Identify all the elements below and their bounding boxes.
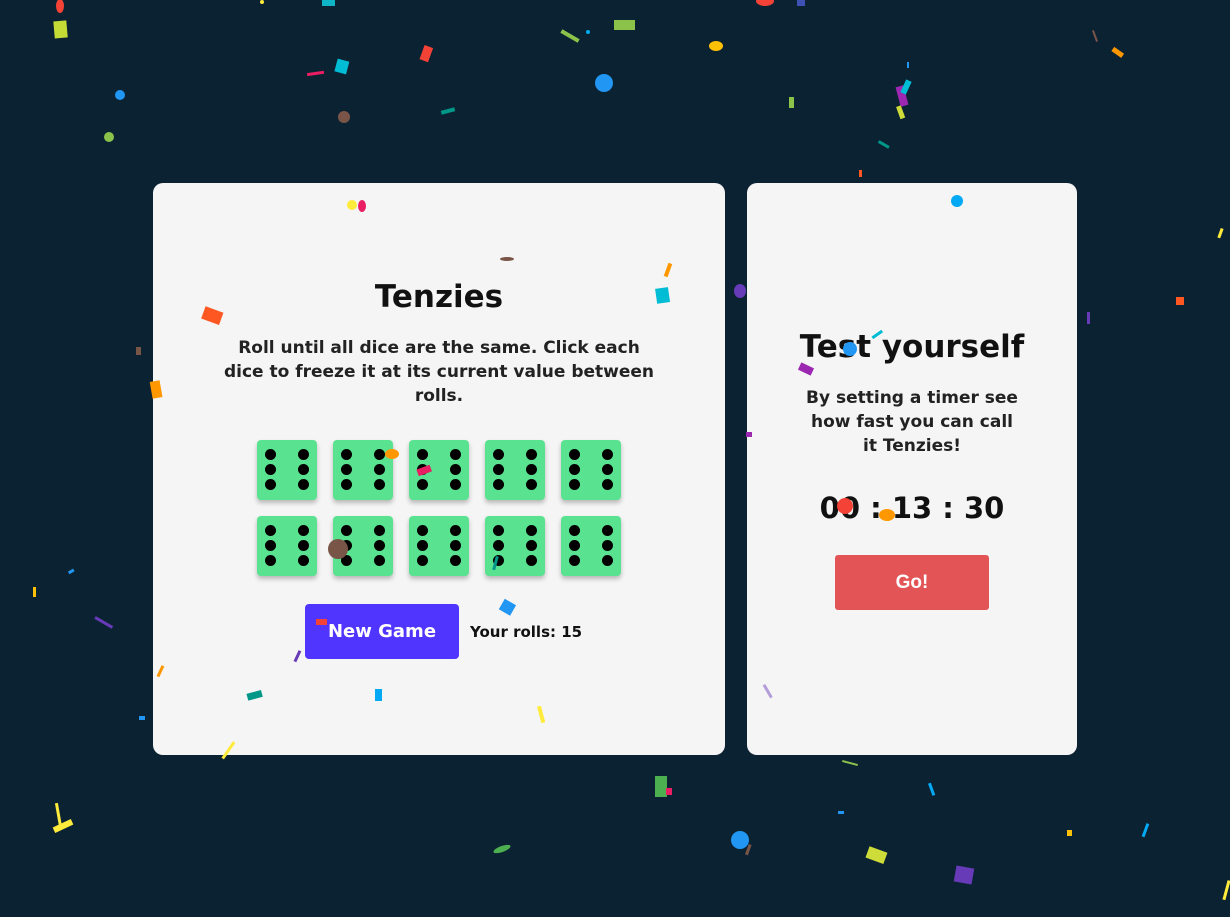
die-pip [493, 555, 504, 566]
die-pip [374, 540, 385, 551]
die-pip [602, 540, 613, 551]
die-pip [526, 464, 537, 475]
die-pip [298, 449, 309, 460]
die-pip [341, 555, 352, 566]
die-pip [602, 525, 613, 536]
die-pip [417, 540, 428, 551]
die-5[interactable] [561, 440, 621, 500]
die-pip [493, 479, 504, 490]
die-pip [450, 525, 461, 536]
die-9[interactable] [485, 516, 545, 576]
die-pip [569, 464, 580, 475]
die-pip [341, 464, 352, 475]
die-pip [569, 525, 580, 536]
die-pip [493, 525, 504, 536]
die-pip [602, 555, 613, 566]
die-pip [569, 479, 580, 490]
die-pip [298, 540, 309, 551]
die-pip [265, 540, 276, 551]
die-pip [602, 464, 613, 475]
die-pip [341, 449, 352, 460]
timer-card: Test yourself By setting a timer see how… [747, 183, 1077, 755]
die-pip [450, 449, 461, 460]
die-pip [265, 449, 276, 460]
die-pip [374, 525, 385, 536]
roll-counter: Your rolls: 15 [470, 623, 583, 641]
die-pip [526, 479, 537, 490]
die-1[interactable] [257, 440, 317, 500]
die-pip [417, 464, 428, 475]
die-pip [493, 464, 504, 475]
die-pip [450, 479, 461, 490]
die-7[interactable] [333, 516, 393, 576]
die-8[interactable] [409, 516, 469, 576]
die-pip [569, 449, 580, 460]
die-pip [265, 525, 276, 536]
die-pip [298, 479, 309, 490]
die-pip [341, 479, 352, 490]
die-pip [417, 479, 428, 490]
die-4[interactable] [485, 440, 545, 500]
die-pip [450, 464, 461, 475]
die-pip [493, 449, 504, 460]
new-game-button[interactable]: New Game [305, 604, 459, 659]
die-6[interactable] [257, 516, 317, 576]
timer-card-description: By setting a timer see how fast you can … [806, 388, 1018, 456]
die-pip [417, 555, 428, 566]
die-3[interactable] [409, 440, 469, 500]
die-pip [526, 449, 537, 460]
die-pip [265, 555, 276, 566]
dice-grid [257, 440, 621, 576]
die-pip [602, 449, 613, 460]
die-pip [526, 540, 537, 551]
die-pip [265, 479, 276, 490]
die-pip [265, 464, 276, 475]
game-instructions: Roll until all dice are the same. Click … [223, 338, 655, 406]
game-title: Tenzies [374, 279, 504, 315]
die-pip [374, 464, 385, 475]
timer-card-title: Test yourself [799, 329, 1025, 365]
die-pip [298, 464, 309, 475]
die-pip [417, 449, 428, 460]
die-pip [298, 555, 309, 566]
die-pip [450, 555, 461, 566]
timer-display: 00 : 13 : 30 [819, 491, 1005, 525]
die-pip [526, 555, 537, 566]
die-pip [602, 479, 613, 490]
go-button[interactable]: Go! [835, 555, 989, 610]
die-pip [450, 540, 461, 551]
die-pip [417, 525, 428, 536]
die-pip [374, 449, 385, 460]
die-10[interactable] [561, 516, 621, 576]
die-pip [341, 540, 352, 551]
die-pip [526, 525, 537, 536]
die-2[interactable] [333, 440, 393, 500]
die-pip [569, 555, 580, 566]
die-pip [374, 479, 385, 490]
die-pip [298, 525, 309, 536]
die-pip [569, 540, 580, 551]
die-pip [493, 540, 504, 551]
die-pip [341, 525, 352, 536]
game-card: Tenzies Roll until all dice are the same… [153, 183, 725, 755]
die-pip [374, 555, 385, 566]
